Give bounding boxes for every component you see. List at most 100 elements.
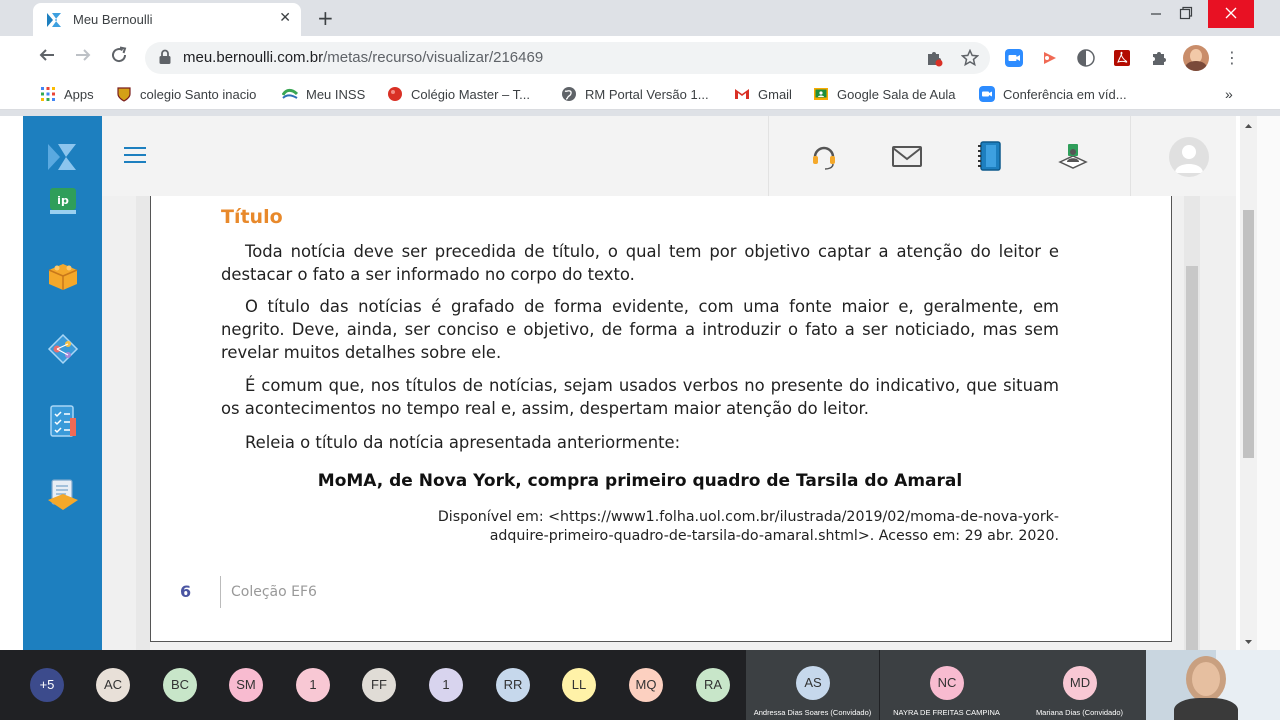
mail-envelope-icon[interactable]: [891, 140, 923, 172]
tab-strip: Meu Bernoulli ✕ +: [0, 0, 1280, 36]
source-line-1: Disponível em: <https://www1.folha.uol.c…: [437, 509, 1059, 525]
red-circle-icon: [388, 87, 402, 101]
scroll-down-icon[interactable]: [1240, 636, 1257, 648]
extension-blocked-icon[interactable]: [925, 49, 943, 67]
address-bar[interactable]: meu.bernoulli.com.br/metas/recurso/visua…: [145, 42, 990, 74]
news-headline: MoMA, de Nova York, compra primeiro quad…: [317, 471, 963, 491]
shield-crest-icon: [117, 87, 131, 102]
pdf-extension-icon[interactable]: [1113, 49, 1131, 67]
header-divider: [768, 116, 769, 196]
participant-name: NAYRA DE FREITAS CAMPINA: [893, 708, 1000, 717]
bookmark-meu-inss[interactable]: Meu INSS: [282, 86, 365, 104]
bookmark-google-sala-de-aula[interactable]: Google Sala de Aula: [813, 86, 956, 104]
paragraph-4: Releia o título da notícia apresentada a…: [245, 433, 681, 452]
participant-avatar[interactable]: MQ: [629, 668, 663, 702]
zoom-extension-icon[interactable]: [1005, 49, 1023, 67]
page-number: 6: [180, 582, 192, 601]
menu-hamburger-icon[interactable]: [124, 147, 146, 165]
browser-menu-icon[interactable]: ⋮: [1220, 46, 1244, 70]
source-citation: Disponível em: <https://www1.folha.uol.c…: [351, 508, 1059, 546]
extensions-puzzle-icon[interactable]: [1150, 49, 1168, 67]
participant-avatar[interactable]: BC: [163, 668, 197, 702]
bookmark-apps[interactable]: Apps: [40, 86, 94, 104]
document-scrollbar-thumb[interactable]: [1186, 266, 1198, 650]
participant-tile[interactable]: NC NAYRA DE FREITAS CAMPINA: [880, 650, 1013, 720]
participant-avatar[interactable]: AC: [96, 668, 130, 702]
bookmark-conferencia-em-video[interactable]: Conferência em víd...: [979, 86, 1127, 104]
ip-book-icon[interactable]: ip: [44, 186, 82, 216]
participant-avatar[interactable]: RA: [696, 668, 730, 702]
left-sidebar: ip: [23, 116, 102, 650]
participant-avatar[interactable]: LL: [562, 668, 596, 702]
header-divider: [1130, 116, 1131, 196]
participant-name: Andressa Dias Soares (Convidado): [753, 708, 872, 717]
apps-grid-icon: [41, 87, 55, 101]
page-scrollbar-thumb[interactable]: [1243, 210, 1254, 458]
bookmark-star-icon[interactable]: [961, 49, 979, 67]
building-blocks-icon[interactable]: [44, 256, 82, 294]
participant-name: Mariana Dias (Convidado): [1035, 708, 1124, 717]
bookmark-label: Colégio Master – T...: [411, 87, 530, 102]
checklist-icon[interactable]: [44, 402, 82, 440]
paragraph-2: O título das notícias é grafado de forma…: [221, 297, 1059, 362]
document-stack-icon[interactable]: [44, 476, 82, 514]
bookmark-label: Google Sala de Aula: [837, 87, 956, 102]
presenter-video-tile[interactable]: [1146, 650, 1280, 720]
participant-avatar[interactable]: SM: [229, 668, 263, 702]
classroom-icon: [814, 88, 828, 100]
restore-icon[interactable]: [1168, 0, 1204, 28]
url-host: meu.bernoulli.com.br: [183, 49, 324, 66]
bookmark-rm-portal[interactable]: RM Portal Versão 1...: [561, 86, 709, 104]
forward-icon[interactable]: [71, 46, 95, 70]
participant-tile[interactable]: MD Mariana Dias (Convidado): [1013, 650, 1146, 720]
url-path: /metas/recurso/visualizar/216469: [323, 49, 544, 66]
inss-logo-icon: [282, 88, 298, 99]
tab-title: Meu Bernoulli: [73, 12, 153, 27]
molecule-network-icon[interactable]: [44, 330, 82, 368]
bookmark-label: Gmail: [758, 87, 792, 102]
bookmark-gmail[interactable]: Gmail: [734, 86, 792, 104]
tab-meu-bernoulli[interactable]: Meu Bernoulli ✕: [33, 3, 301, 36]
user-avatar[interactable]: [1169, 137, 1209, 177]
back-icon[interactable]: [35, 46, 59, 70]
paragraph-3: É comum que, nos títulos de notícias, se…: [221, 376, 1059, 418]
participant-avatar: NC: [930, 666, 964, 700]
url-text[interactable]: meu.bernoulli.com.br/metas/recurso/visua…: [183, 49, 543, 66]
reload-icon[interactable]: [107, 46, 131, 70]
new-tab-button[interactable]: +: [317, 6, 334, 30]
app-header: [102, 116, 1236, 196]
participant-avatar: AS: [796, 666, 830, 700]
window-close-icon[interactable]: [1208, 0, 1254, 28]
bookmark-label: colegio Santo inacio: [140, 87, 257, 102]
bookmarks-bar: Apps colegio Santo inacio Meu INSS Colég…: [0, 80, 1280, 110]
source-line-2: adquire-primeiro-quadro-de-tarsila-do-am…: [489, 528, 1059, 544]
user-silhouette-icon: [1175, 145, 1203, 173]
bernoulli-favicon-icon: [47, 13, 61, 27]
footer-divider: [220, 576, 221, 608]
bernoulli-logo-icon[interactable]: [44, 138, 82, 176]
participant-avatar[interactable]: +5: [30, 668, 64, 702]
document-page: Título Toda notícia deve ser precedida d…: [150, 196, 1172, 642]
screencast-extension-icon[interactable]: [1041, 49, 1059, 67]
bernoulli-app: ip Título Toda notícia deve ser precedid…: [23, 116, 1257, 650]
contrast-extension-icon[interactable]: [1077, 49, 1095, 67]
participant-tile[interactable]: AS Andressa Dias Soares (Convidado): [746, 650, 879, 720]
participant-avatar[interactable]: 1: [296, 668, 330, 702]
tab-close-icon[interactable]: ✕: [279, 10, 291, 26]
bookmark-colegio-master[interactable]: Colégio Master – T...: [387, 86, 530, 104]
teacher-desk-icon[interactable]: [1057, 140, 1089, 172]
notebook-icon[interactable]: [974, 140, 1006, 172]
section-heading: Título: [221, 206, 283, 228]
bookmarks-overflow-button[interactable]: »: [1225, 86, 1233, 104]
document-viewer[interactable]: Título Toda notícia deve ser precedida d…: [102, 196, 1236, 650]
left-gutter: [0, 116, 23, 650]
participant-avatar[interactable]: 1: [429, 668, 463, 702]
profile-avatar[interactable]: [1183, 45, 1209, 71]
support-headset-icon[interactable]: [808, 140, 840, 172]
scroll-up-icon[interactable]: [1240, 120, 1257, 132]
lock-icon[interactable]: [158, 49, 172, 65]
participant-avatar[interactable]: RR: [496, 668, 530, 702]
participant-avatar[interactable]: FF: [362, 668, 396, 702]
paragraph-1: Toda notícia deve ser precedida de títul…: [221, 242, 1059, 284]
bookmark-colegio-santo-inacio[interactable]: colegio Santo inacio: [116, 86, 256, 104]
